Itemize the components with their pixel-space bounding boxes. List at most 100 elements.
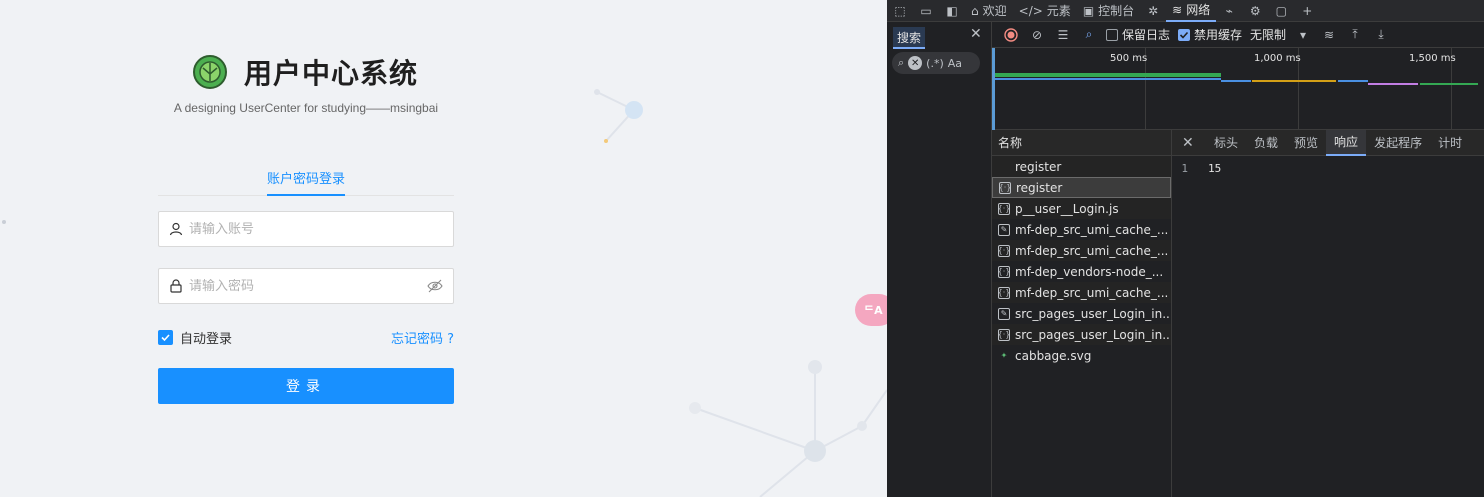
- clear-log-icon[interactable]: ⊘: [1028, 28, 1046, 42]
- timeline-bar: [1252, 80, 1336, 82]
- user-icon: [169, 222, 183, 236]
- tab-account-password[interactable]: 账户密码登录: [266, 168, 345, 196]
- tab-headers[interactable]: 标头: [1206, 130, 1246, 156]
- preserve-log-checkbox[interactable]: 保留日志: [1106, 26, 1170, 43]
- add-tab-icon[interactable]: +: [1294, 0, 1320, 22]
- tab-network[interactable]: ≋ 网络: [1166, 0, 1217, 22]
- tab-initiator[interactable]: 发起程序: [1366, 130, 1430, 156]
- request-row[interactable]: {·} register: [992, 177, 1171, 198]
- script-resource-icon: {·}: [997, 202, 1011, 215]
- inspect-element-icon[interactable]: ⬚: [887, 0, 913, 22]
- clear-icon[interactable]: ✕: [908, 56, 923, 70]
- script-resource-icon: {·}: [997, 328, 1011, 341]
- performance-icon[interactable]: ⌁: [1216, 0, 1242, 22]
- login-page: 用户中心系统 A designing UserCenter for studyi…: [0, 0, 887, 497]
- edit-resource-icon: ✎: [998, 307, 1010, 320]
- eye-invisible-icon[interactable]: [427, 279, 443, 293]
- script-resource-icon: {·}: [997, 265, 1011, 278]
- wifi-icon: ≋: [1172, 2, 1183, 17]
- request-row[interactable]: {·} mf-dep_src_umi_cache_...: [992, 240, 1171, 261]
- filter-icon[interactable]: ☰: [1054, 28, 1072, 42]
- console-icon: ▣: [1082, 3, 1095, 18]
- blank-resource-icon: [998, 161, 1010, 173]
- timeline-bar: [1221, 80, 1251, 82]
- edit-resource-icon: ✎: [998, 223, 1010, 236]
- login-tabs: 账户密码登录: [158, 166, 454, 196]
- request-name: mf-dep_src_umi_cache_...: [1015, 285, 1169, 300]
- chevron-down-icon[interactable]: ▾: [1294, 28, 1312, 42]
- timeline-bar: [995, 78, 1221, 80]
- brand: 用户中心系统: [192, 52, 418, 92]
- request-row[interactable]: ✎ mf-dep_src_umi_cache_...: [992, 219, 1171, 240]
- network-conditions-icon[interactable]: ≋: [1320, 28, 1338, 42]
- close-icon[interactable]: ✕: [1182, 135, 1206, 151]
- username-input[interactable]: [189, 221, 443, 237]
- tab-timing[interactable]: 计时: [1430, 130, 1470, 156]
- device-toolbar-icon[interactable]: ▭: [913, 0, 939, 22]
- import-har-icon[interactable]: ⤒: [1346, 27, 1364, 42]
- checkbox-checked-icon[interactable]: [1178, 28, 1191, 41]
- tab-welcome[interactable]: ⌂ 欢迎: [965, 0, 1013, 22]
- request-row[interactable]: {·} src_pages_user_Login_in...: [992, 324, 1171, 345]
- translate-fab[interactable]: ᄃA: [855, 294, 887, 326]
- code-icon: </>: [1018, 3, 1043, 18]
- response-body: 1 15: [1172, 162, 1221, 175]
- settings-gear-icon[interactable]: ⚙: [1242, 0, 1268, 22]
- record-stop-icon[interactable]: [1002, 27, 1020, 42]
- cabbage-logo-icon: [193, 55, 227, 89]
- request-row[interactable]: ✎ src_pages_user_Login_in...: [992, 303, 1171, 324]
- request-row[interactable]: {·} mf-dep_vendors-node_...: [992, 261, 1171, 282]
- auto-login-label: 自动登录: [180, 332, 233, 347]
- request-row[interactable]: ✦ cabbage.svg: [992, 345, 1171, 366]
- tab-response[interactable]: 响应: [1326, 129, 1367, 156]
- request-name: mf-dep_vendors-node_...: [1015, 264, 1164, 279]
- request-name: mf-dep_src_umi_cache_...: [1015, 222, 1169, 237]
- timeline-bar: [1420, 83, 1478, 85]
- request-row[interactable]: register: [992, 156, 1171, 177]
- devtools-panel: ⬚ ▭ ◧ ⌂ 欢迎 </> 元素 ▣ 控制台 ✲ ≋ 网络 ⌁ ⚙ ▢ + 搜…: [887, 0, 1484, 497]
- disable-cache-checkbox[interactable]: 禁用缓存: [1178, 26, 1242, 43]
- tab-preview[interactable]: 预览: [1286, 130, 1326, 156]
- request-list: 名称 register {·} register {·} p__user__Login.…: [992, 130, 1172, 497]
- request-row[interactable]: {·} p__user__Login.js: [992, 198, 1171, 219]
- username-field[interactable]: [158, 211, 454, 247]
- bug-icon[interactable]: ✲: [1140, 0, 1166, 22]
- auto-login-checkbox[interactable]: 自动登录: [158, 328, 232, 347]
- response-content: 15: [1208, 162, 1222, 175]
- timeline-bar: [1368, 83, 1418, 85]
- page-subtitle: A designing UserCenter for studying——msi…: [173, 101, 439, 115]
- search-input[interactable]: ⌕ ✕ (.*) Aa: [892, 52, 980, 74]
- timeline-tick-1500: 1,500 ms: [1409, 53, 1456, 64]
- search-network-icon[interactable]: ⌕: [1080, 27, 1098, 42]
- dock-side-icon[interactable]: ◧: [939, 0, 965, 22]
- search-drawer: 搜索 ✕ ⌕ ✕ (.*) Aa: [887, 22, 992, 497]
- search-icon: ⌕: [898, 56, 905, 69]
- request-name: mf-dep_src_umi_cache_...: [1015, 243, 1169, 258]
- network-overview-timeline[interactable]: 500 ms 1,000 ms 1,500 ms: [992, 48, 1484, 130]
- column-header-name[interactable]: 名称: [992, 130, 1171, 156]
- password-field[interactable]: [158, 268, 454, 304]
- password-input[interactable]: [189, 278, 427, 294]
- translate-icon: ᄃA: [864, 304, 883, 317]
- login-button[interactable]: 登录: [158, 368, 454, 404]
- export-har-icon[interactable]: ⤓: [1372, 27, 1390, 42]
- line-number: 1: [1181, 162, 1188, 175]
- detail-tabs: ✕ 标头 负载 预览 响应 发起程序 计时: [1172, 129, 1484, 156]
- forgot-password-link[interactable]: 忘记密码 ?: [391, 328, 454, 347]
- timeline-bar: [995, 73, 1221, 77]
- regex-toggle[interactable]: (.*): [926, 57, 944, 70]
- tab-payload[interactable]: 负载: [1246, 130, 1286, 156]
- script-resource-icon: {·}: [997, 244, 1011, 257]
- checkbox-checked-icon[interactable]: [158, 330, 173, 345]
- request-row[interactable]: {·} mf-dep_src_umi_cache_...: [992, 282, 1171, 303]
- close-icon[interactable]: ✕: [970, 26, 982, 42]
- tab-console[interactable]: ▣ 控制台: [1077, 0, 1140, 22]
- checkbox-unchecked-icon[interactable]: [1106, 28, 1118, 41]
- match-case-toggle[interactable]: Aa: [948, 57, 962, 70]
- tab-search[interactable]: 搜索: [893, 27, 926, 49]
- devtools-topbar: ⬚ ▭ ◧ ⌂ 欢迎 </> 元素 ▣ 控制台 ✲ ≋ 网络 ⌁ ⚙ ▢ +: [887, 0, 1484, 22]
- throttling-select[interactable]: 无限制: [1250, 26, 1286, 43]
- tab-elements[interactable]: </> 元素: [1013, 0, 1077, 22]
- application-icon[interactable]: ▢: [1268, 0, 1294, 22]
- script-resource-icon: {·}: [997, 286, 1011, 299]
